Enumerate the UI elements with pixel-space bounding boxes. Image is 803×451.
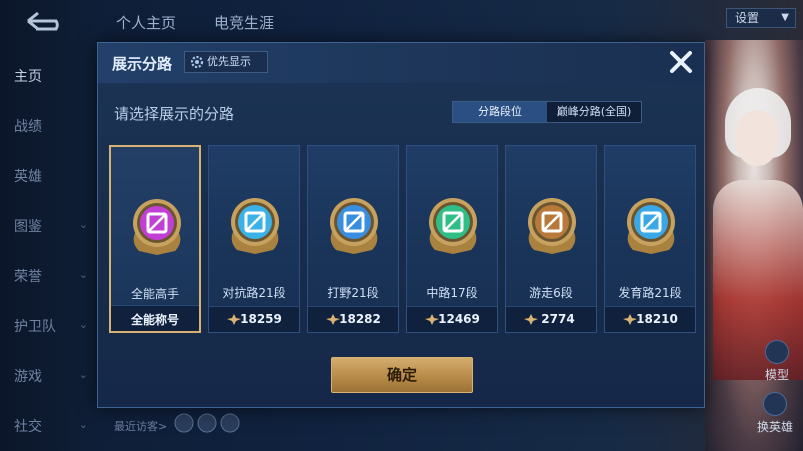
- visitor-avatars[interactable]: [174, 412, 244, 434]
- lane-card[interactable]: 全能高手 全能称号: [109, 145, 201, 333]
- lane-emblem-icon: [429, 198, 477, 254]
- priority-display-label: 优先显示: [207, 55, 251, 68]
- lane-mode-segmented-control: 分路段位 巅峰分路(全国): [452, 101, 642, 123]
- chevron-down-icon: ⌄: [78, 418, 88, 431]
- sidebar-item-label: 游戏: [14, 369, 42, 385]
- lane-card-name: 对抗路21段: [222, 286, 286, 300]
- sidebar-item-guard[interactable]: 护卫队 ⌄: [14, 316, 94, 340]
- lane-card[interactable]: 打野21段 18282: [307, 145, 399, 333]
- sidebar-item-records[interactable]: 战绩: [14, 116, 94, 140]
- tab-profile[interactable]: 个人主页: [116, 12, 176, 33]
- chevron-down-icon: ⌄: [78, 318, 88, 331]
- close-icon[interactable]: [666, 47, 696, 77]
- lane-card-score: 18259: [240, 312, 282, 326]
- tab-esports[interactable]: 电竞生涯: [214, 12, 274, 33]
- hero-face: [735, 110, 779, 166]
- lane-emblem-icon: [231, 198, 279, 254]
- lane-card[interactable]: 中路17段 12469: [406, 145, 498, 333]
- lane-card-title: 全能称号: [130, 313, 179, 327]
- lane-card[interactable]: 游走6段 2774: [505, 145, 597, 333]
- chevron-down-icon: ▼: [781, 12, 789, 23]
- settings-button[interactable]: 设置 ▼: [726, 8, 796, 28]
- lane-card-name: 中路17段: [426, 286, 478, 300]
- lane-card-footer: 18210: [605, 306, 695, 332]
- lane-card-name: 打野21段: [327, 286, 379, 300]
- lane-emblem-icon: [627, 198, 675, 254]
- chevron-down-icon: ⌄: [78, 268, 88, 281]
- lane-display-dialog: 展示分路 优先显示 请选择展示的分路 分路段位 巅峰分路(全国) 全能高手全能称…: [97, 42, 705, 408]
- sidebar-item-label: 图鉴: [14, 219, 42, 235]
- gear-icon: [190, 55, 204, 69]
- back-icon[interactable]: [22, 10, 68, 32]
- sidebar-item-label: 护卫队: [14, 319, 56, 335]
- model-label: 模型: [764, 368, 789, 382]
- lane-card-score: 12469: [438, 312, 480, 326]
- sidebar-item-social[interactable]: 社交 ⌄: [14, 416, 94, 440]
- sidebar-item-gallery[interactable]: 图鉴 ⌄: [14, 216, 94, 240]
- dialog-title: 展示分路: [112, 55, 173, 73]
- model-button[interactable]: 模型: [757, 340, 797, 383]
- sidebar-item-label: 英雄: [14, 169, 42, 185]
- sidebar-item-label: 社交: [14, 419, 42, 435]
- chevron-down-icon: ⌄: [78, 218, 88, 231]
- settings-label: 设置: [735, 11, 760, 25]
- sidebar-item-label: 战绩: [14, 119, 42, 135]
- hero-portrait: [705, 40, 803, 451]
- lane-card-footer: 18282: [308, 306, 398, 332]
- lane-card-footer: 12469: [407, 306, 497, 332]
- lane-card-name: 游走6段: [529, 286, 573, 300]
- sidebar-item-label: 荣誉: [14, 269, 42, 285]
- lane-card-score: 2774: [541, 312, 575, 326]
- sidebar-item-game[interactable]: 游戏 ⌄: [14, 366, 94, 390]
- confirm-button[interactable]: 确定: [331, 357, 473, 393]
- lane-card[interactable]: 对抗路21段 18259: [208, 145, 300, 333]
- lane-card-name: 全能高手: [130, 287, 179, 301]
- priority-display-button[interactable]: 优先显示: [184, 51, 268, 73]
- lane-card-footer: 2774: [506, 306, 596, 332]
- lane-emblem-icon: [528, 198, 576, 254]
- lane-emblem-icon: [330, 198, 378, 254]
- recent-visitors-link[interactable]: 最近访客>: [114, 418, 167, 434]
- segment-peak-lane[interactable]: 巅峰分路(全国): [547, 102, 641, 122]
- dialog-subtitle: 请选择展示的分路: [114, 105, 235, 123]
- model-icon: [765, 340, 789, 364]
- swap-hero-button[interactable]: 换英雄: [750, 392, 800, 435]
- lane-card-score: 18210: [636, 312, 678, 326]
- swap-hero-label: 换英雄: [756, 420, 793, 434]
- lane-card[interactable]: 发育路21段 18210: [604, 145, 696, 333]
- sidebar-item-home[interactable]: 主页: [14, 66, 94, 90]
- lane-card-score: 18282: [339, 312, 381, 326]
- swap-hero-icon: [763, 392, 787, 416]
- sidebar-item-honor[interactable]: 荣誉 ⌄: [14, 266, 94, 290]
- lane-card-name: 发育路21段: [618, 286, 682, 300]
- lane-emblem-icon: [133, 199, 181, 255]
- segment-lane-rank[interactable]: 分路段位: [453, 102, 547, 122]
- lane-card-footer: 全能称号: [111, 305, 199, 331]
- chevron-down-icon: ⌄: [78, 368, 88, 381]
- lane-card-footer: 18259: [209, 306, 299, 332]
- sidebar: 主页 战绩 英雄 图鉴 ⌄ 荣誉 ⌄ 护卫队 ⌄ 游戏 ⌄ 社交 ⌄: [0, 0, 98, 451]
- sidebar-item-label: 主页: [14, 69, 42, 85]
- sidebar-item-heroes[interactable]: 英雄: [14, 166, 94, 190]
